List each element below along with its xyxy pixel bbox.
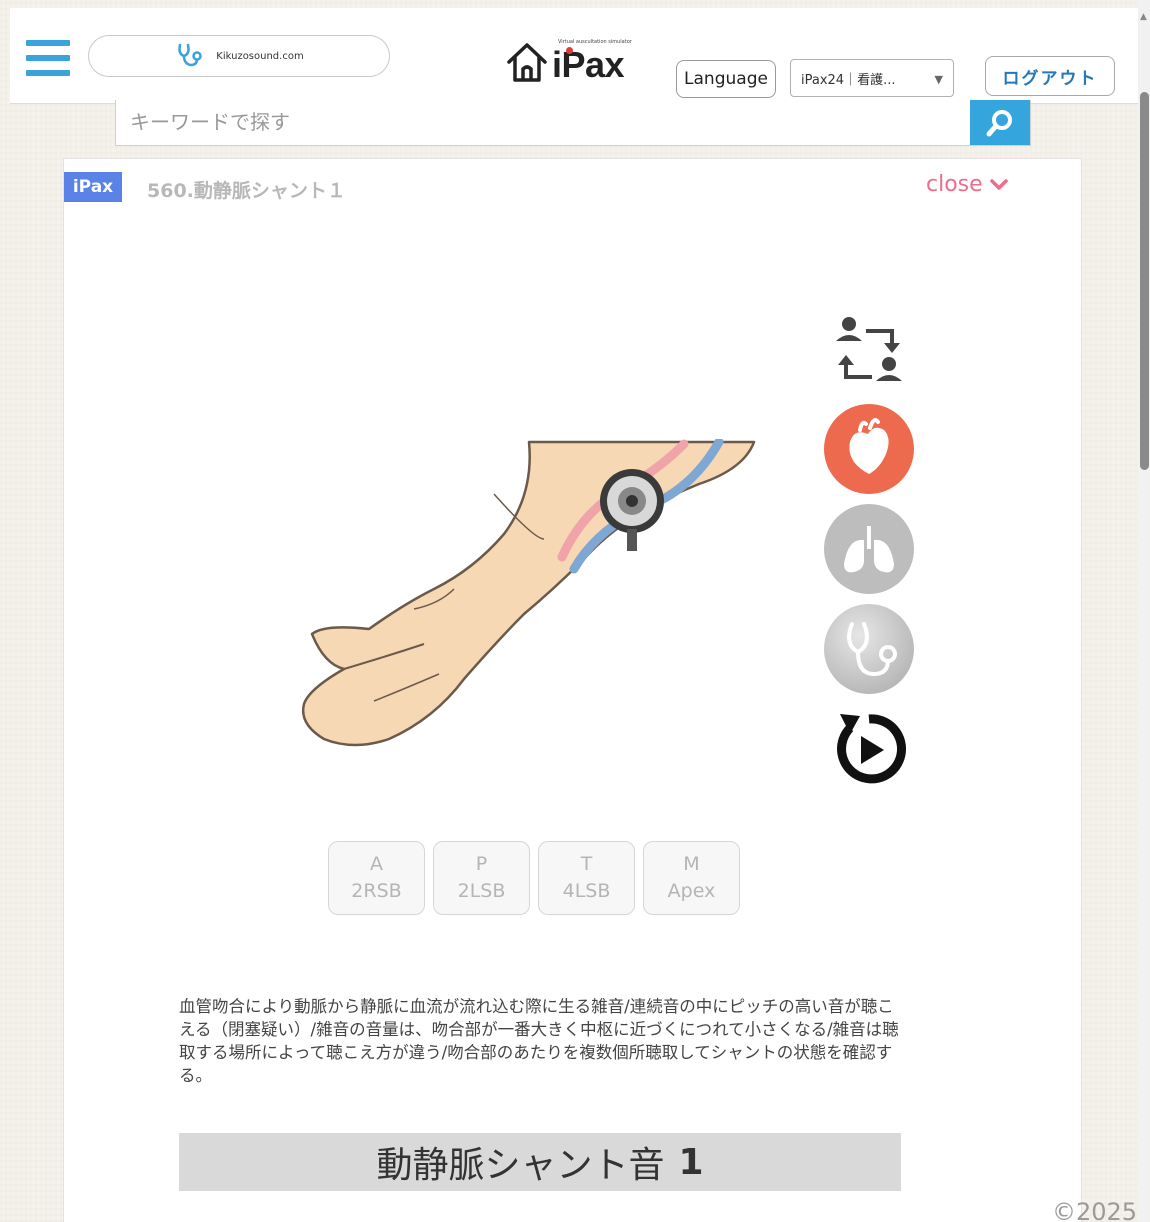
close-button[interactable]: close [926, 172, 1009, 197]
close-label: close [926, 172, 983, 197]
menu-icon[interactable] [26, 40, 70, 76]
position-p-button[interactable]: P 2LSB [433, 841, 530, 915]
home-icon [507, 43, 547, 82]
position-location: 2LSB [457, 880, 506, 902]
arm-illustration[interactable] [294, 439, 764, 749]
position-letter: M [683, 853, 700, 876]
swap-patient-button[interactable] [824, 309, 914, 399]
swap-users-icon [836, 317, 902, 381]
position-location: 4LSB [562, 880, 611, 902]
replay-button[interactable] [824, 704, 914, 794]
heart-icon [849, 418, 889, 474]
product-select[interactable]: iPax24｜看護... ▼ [790, 59, 954, 97]
sound-title-number: 1 [678, 1141, 704, 1183]
position-buttons: A 2RSB P 2LSB T 4LSB M Apex [328, 841, 740, 915]
search-icon [986, 109, 1012, 136]
site-name: Kikuzosound.com [216, 50, 304, 62]
position-m-button[interactable]: M Apex [643, 841, 740, 915]
position-a-button[interactable]: A 2RSB [328, 841, 425, 915]
product-select-value: iPax24｜看護... [801, 72, 896, 88]
chevron-down-icon [989, 178, 1008, 190]
search-input[interactable] [116, 100, 972, 144]
sound-title-bar: 動静脈シャント音 1 [179, 1133, 901, 1191]
ipax-logo[interactable]: Virtual auscultation simulator iPax [506, 38, 636, 88]
scroll-up-arrow-icon[interactable]: ▲ [1140, 12, 1147, 22]
sound-description: 血管吻合により動脈から静脈に血流が流れ込む際に生る雑音/連続音の中にピッチの高い… [179, 997, 899, 1085]
panel-title: 560.動静脈シャント１ [147, 180, 346, 202]
language-button[interactable]: Language [676, 60, 776, 98]
position-t-button[interactable]: T 4LSB [538, 841, 635, 915]
replay-icon [837, 714, 907, 784]
sound-detail-panel: iPax 560.動静脈シャント１ close A 2RSB P 2LSB T … [63, 158, 1082, 1222]
stethoscope-button[interactable] [824, 604, 914, 694]
top-header: Kikuzosound.com Virtual auscultation sim… [10, 8, 1140, 104]
position-location: Apex [667, 880, 716, 902]
lung-sound-button[interactable] [824, 504, 914, 594]
scrollbar-thumb[interactable] [1140, 92, 1149, 470]
stethoscope-logo-icon [178, 43, 203, 67]
logo-name: iPax [552, 44, 625, 85]
search-bar [115, 100, 1031, 146]
stethoscope-icon [847, 622, 897, 677]
search-button[interactable] [970, 100, 1030, 145]
site-link[interactable]: Kikuzosound.com [88, 35, 390, 77]
stethoscope-head-icon [600, 469, 664, 551]
copyright-text: ©2025 [1052, 1198, 1138, 1222]
heart-sound-button[interactable] [824, 404, 914, 494]
logo-dot [566, 47, 573, 54]
position-location: 2RSB [351, 880, 402, 902]
position-letter: A [370, 853, 383, 876]
logout-button[interactable]: ログアウト [985, 56, 1115, 96]
position-letter: T [580, 853, 593, 876]
ipax-badge: iPax [64, 172, 122, 202]
lungs-icon [844, 526, 894, 573]
chevron-down-icon: ▼ [934, 73, 943, 86]
position-letter: P [475, 853, 488, 876]
sound-title-text: 動静脈シャント音 [376, 1145, 665, 1186]
